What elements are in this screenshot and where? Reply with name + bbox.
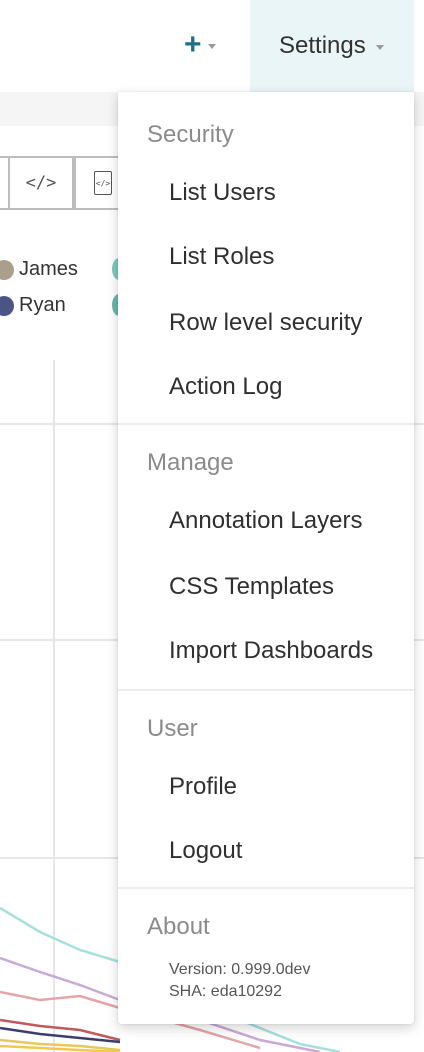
menu-divider (118, 689, 414, 691)
menu-item-action-log[interactable]: Action Log (169, 373, 282, 401)
menu-item-profile[interactable]: Profile (169, 773, 237, 801)
file-code-icon: </> (94, 171, 112, 195)
series-line (0, 906, 121, 964)
legend-item-ryan[interactable]: Ryan (0, 294, 66, 317)
legend-label: James (19, 258, 78, 280)
menu-divider (118, 887, 414, 889)
version-text: Version: 0.999.0dev (169, 961, 311, 978)
code-icon: </> (25, 173, 57, 193)
menu-divider (118, 423, 414, 425)
menu-item-logout[interactable]: Logout (169, 837, 242, 865)
menu-header-user: User (147, 715, 198, 742)
menu-item-list-roles[interactable]: List Roles (169, 243, 274, 271)
settings-label: Settings (279, 32, 366, 59)
menu-item-css-templates[interactable]: CSS Templates (169, 573, 334, 601)
menu-header-security: Security (147, 121, 234, 148)
menu-item-list-users[interactable]: List Users (169, 179, 276, 207)
view-query-button[interactable]: </> (8, 156, 74, 210)
settings-menu-button[interactable]: Settings (250, 0, 414, 92)
settings-dropdown-menu: Security List Users List Roles Row level… (118, 92, 414, 1024)
menu-header-manage: Manage (147, 449, 234, 476)
caret-down-icon (375, 44, 384, 50)
menu-item-row-level-security[interactable]: Row level security (169, 309, 362, 337)
sha-text: SHA: eda10292 (169, 983, 282, 1000)
series-line (0, 956, 121, 1002)
legend-dot (0, 295, 14, 316)
plus-icon: + (184, 28, 202, 61)
legend-item-james[interactable]: James (0, 258, 78, 281)
legend-label: Ryan (19, 294, 66, 316)
legend-dot (0, 259, 14, 280)
caret-down-icon (207, 43, 216, 49)
menu-item-annotation-layers[interactable]: Annotation Layers (169, 507, 362, 535)
top-navbar: + Settings (0, 0, 424, 92)
menu-item-import-dashboards[interactable]: Import Dashboards (169, 637, 373, 665)
add-new-button[interactable]: + (184, 30, 230, 60)
menu-header-about: About (147, 913, 210, 940)
